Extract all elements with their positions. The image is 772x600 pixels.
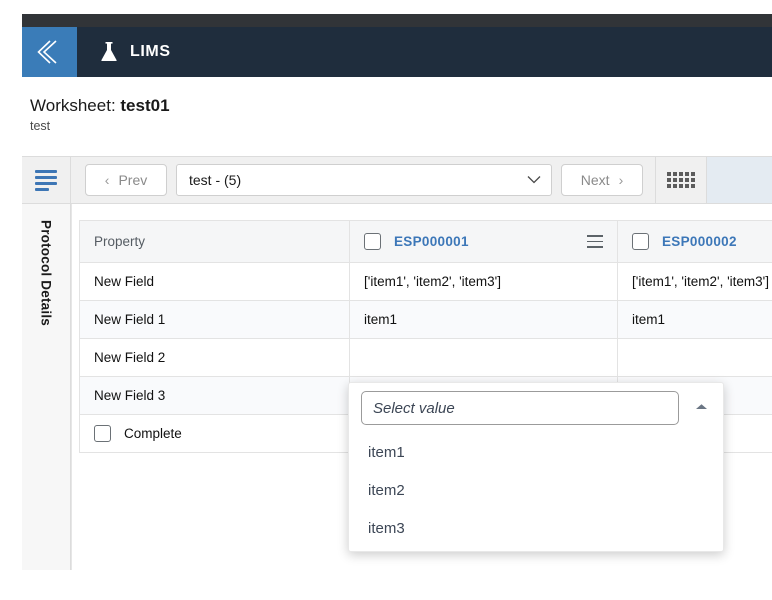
- row-property-label: New Field 2: [79, 338, 350, 377]
- row-cell-value[interactable]: [349, 338, 618, 377]
- page-title: Worksheet: test01: [30, 95, 530, 117]
- table-row: New Field 1 item1 item1: [79, 300, 772, 339]
- sidebar-collapse-button[interactable]: [22, 27, 77, 77]
- next-button-label: Next: [580, 172, 610, 188]
- chevron-up-icon: [694, 399, 709, 417]
- app-header: LIMS: [22, 27, 772, 77]
- chevron-right-icon: ›: [618, 172, 624, 188]
- dropdown-option[interactable]: item3: [349, 509, 723, 547]
- prev-button-label: Prev: [118, 172, 148, 188]
- worksheet-toolbar: ‹ Prev test - (5) Next ›: [22, 156, 772, 204]
- row-cell-value[interactable]: ['item1', 'item2', 'item3']: [617, 262, 772, 301]
- worksheet-name: test01: [120, 96, 170, 115]
- toolbar-menu-button[interactable]: [22, 157, 71, 203]
- column-header-sample-2: ESP000002: [617, 220, 772, 263]
- table-header-row: Property ESP000001 ESP000002: [79, 220, 772, 263]
- row-cell-value[interactable]: ['item1', 'item2', 'item3']: [349, 262, 618, 301]
- prev-button[interactable]: ‹ Prev: [85, 164, 167, 196]
- dropdown-collapse-button[interactable]: [689, 399, 713, 417]
- complete-label: Complete: [124, 426, 182, 441]
- worksheet-label: Worksheet:: [30, 96, 121, 115]
- sample-1-checkbox[interactable]: [364, 233, 381, 250]
- column-header-property: Property: [79, 220, 350, 263]
- column-header-property-label: Property: [94, 234, 146, 249]
- toolbar-filler: [707, 157, 772, 203]
- chevron-left-icon: ‹: [104, 172, 110, 188]
- sample-2-label[interactable]: ESP000002: [662, 234, 737, 249]
- worksheet-subtitle: test: [30, 119, 51, 133]
- table-row: New Field ['item1', 'item2', 'item3'] ['…: [79, 262, 772, 301]
- dropdown-header: Select value: [349, 383, 723, 433]
- worksheet-header: Worksheet: test01 test: [30, 95, 530, 133]
- dropdown-placeholder: Select value: [373, 399, 455, 417]
- row-property-label: New Field: [79, 262, 350, 301]
- complete-checkbox[interactable]: [94, 425, 111, 442]
- row-cell-value[interactable]: [617, 338, 772, 377]
- grid-view-button[interactable]: [655, 157, 707, 203]
- worksheet-select-box[interactable]: test - (5): [176, 164, 552, 196]
- flask-icon: [99, 41, 119, 63]
- table-row: New Field 2: [79, 338, 772, 377]
- next-button[interactable]: Next ›: [561, 164, 643, 196]
- dropdown-search-input[interactable]: Select value: [361, 391, 679, 425]
- toolbar-nav-group: ‹ Prev test - (5) Next ›: [71, 164, 643, 196]
- worksheet-select[interactable]: test - (5): [176, 164, 552, 196]
- value-select-dropdown: Select value item1 item2 item3: [348, 382, 724, 552]
- tab-protocol-details[interactable]: Protocol Details: [22, 204, 71, 570]
- sample-1-label[interactable]: ESP000001: [394, 234, 469, 249]
- hamburger-icon: [35, 169, 57, 191]
- app-root: LIMS Worksheet: test01 test ‹ Prev test …: [0, 0, 772, 600]
- column-header-sample-1: ESP000001: [349, 220, 618, 263]
- row-cell-value[interactable]: item1: [617, 300, 772, 339]
- dropdown-option[interactable]: item1: [349, 433, 723, 471]
- grid-dots-icon: [667, 172, 695, 188]
- row-property-label: New Field 3: [79, 376, 350, 415]
- dropdown-option[interactable]: item2: [349, 471, 723, 509]
- worksheet-select-value: test - (5): [189, 172, 242, 188]
- sample-1-menu-icon[interactable]: [587, 235, 603, 248]
- window-top-strip: [22, 14, 772, 27]
- sample-2-checkbox[interactable]: [632, 233, 649, 250]
- app-brand: LIMS: [77, 27, 171, 77]
- app-title: LIMS: [130, 43, 171, 60]
- tab-protocol-details-label: Protocol Details: [38, 220, 54, 326]
- chevron-double-left-icon: [36, 37, 63, 67]
- row-property-label: New Field 1: [79, 300, 350, 339]
- complete-cell: Complete: [79, 414, 350, 453]
- row-cell-value[interactable]: item1: [349, 300, 618, 339]
